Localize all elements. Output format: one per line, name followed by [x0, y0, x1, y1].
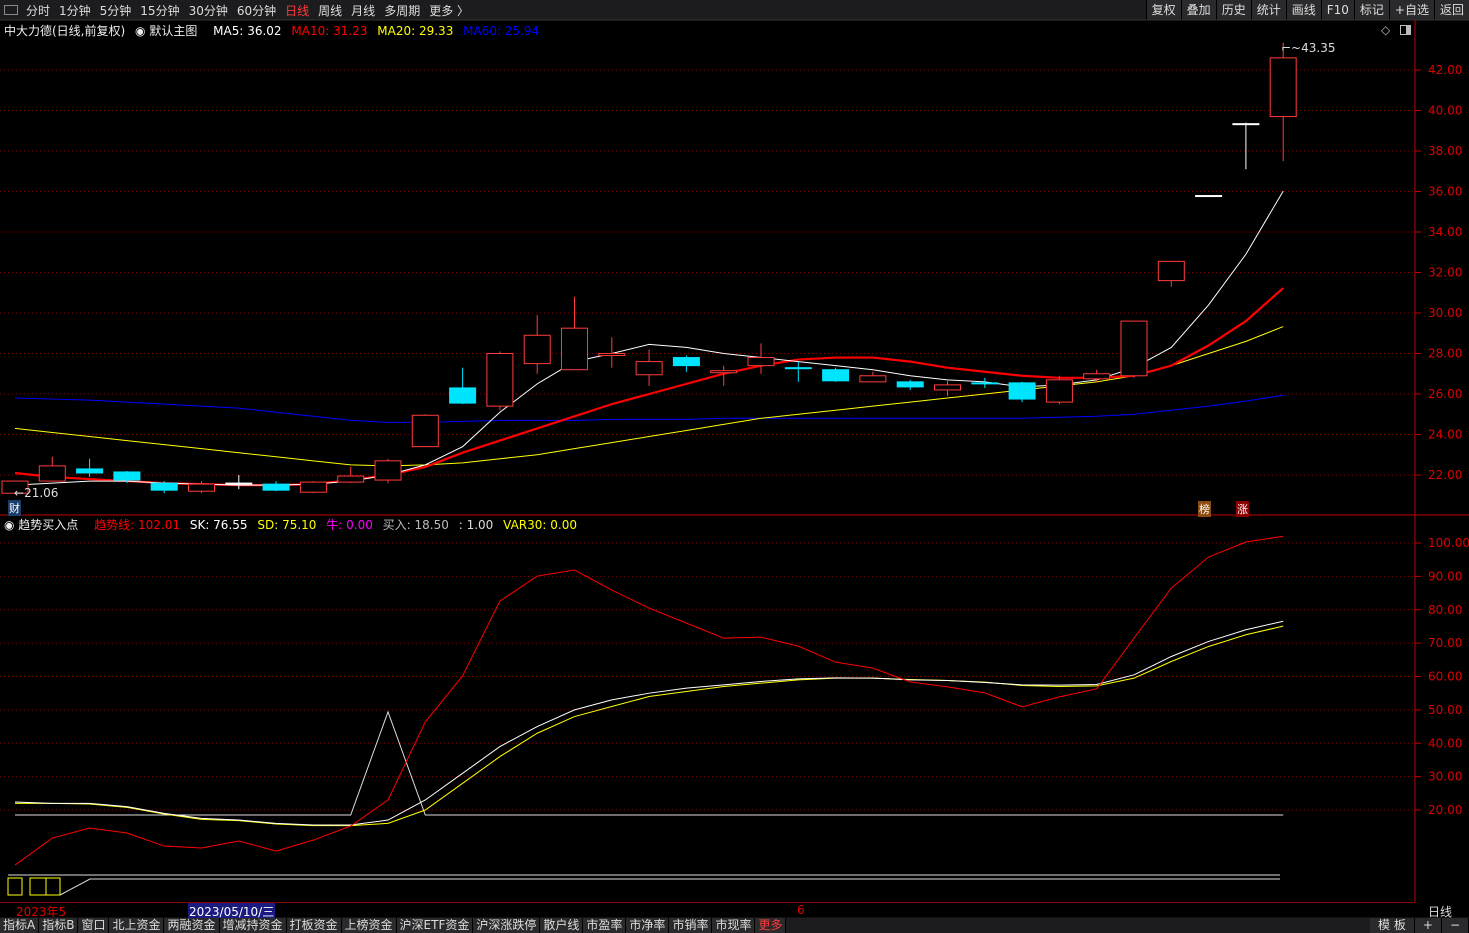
price-tick-label: 26.00: [1428, 387, 1462, 401]
candle-body: [374, 460, 402, 481]
indicator-tab-4[interactable]: 两融资金: [164, 918, 220, 933]
indicator-tick-label: 50.00: [1428, 703, 1462, 717]
candle-body: [672, 357, 700, 367]
candle-body: [38, 465, 66, 482]
candle-body: [188, 483, 215, 492]
candle-body: [971, 382, 999, 385]
candle-body: [486, 353, 514, 407]
bottom-control-1[interactable]: +: [1414, 918, 1442, 933]
candle-body: [747, 357, 775, 367]
candle-body: [1120, 320, 1148, 377]
bottom-right-controls: 模 板 + −: [1370, 918, 1469, 933]
low-price-value: 21.06: [24, 486, 59, 500]
indicator-tab-12[interactable]: 市净率: [626, 918, 670, 933]
sk-line: [14, 620, 1284, 826]
candle-body: [1008, 382, 1036, 400]
finance-badge[interactable]: 财: [8, 500, 21, 516]
price-tick-label: 40.00: [1428, 104, 1462, 118]
indicator-tab-15[interactable]: 更多: [755, 918, 787, 933]
price-tick-label: 34.00: [1428, 225, 1462, 239]
price-tick-label: 28.00: [1428, 347, 1462, 361]
indicator-tick-label: 40.00: [1428, 736, 1462, 750]
price-tick-label: 30.00: [1428, 306, 1462, 320]
candle-body: [76, 468, 104, 474]
indicator-tick-label: 60.00: [1428, 670, 1462, 684]
candle-body: [598, 353, 626, 357]
indicator-tab-3[interactable]: 北上资金: [109, 918, 165, 933]
limit-up-badge[interactable]: 涨: [1236, 501, 1249, 517]
indicator-tick-label: 90.00: [1428, 569, 1462, 583]
indicator-tab-1[interactable]: 指标B: [39, 918, 79, 933]
date-mark: 6: [797, 903, 805, 917]
indicator-tick-label: 80.00: [1428, 603, 1462, 617]
candle-body: [822, 369, 850, 382]
bull-signal-box: [45, 877, 61, 896]
price-tick-label: 36.00: [1428, 185, 1462, 199]
price-tick-label: 38.00: [1428, 144, 1462, 158]
indicator-tick-label: 30.00: [1428, 770, 1462, 784]
price-tick-label: 32.00: [1428, 266, 1462, 280]
candle-body: [635, 361, 663, 376]
low-price-label: ←21.06: [14, 486, 59, 500]
indicator-tab-7[interactable]: 上榜资金: [341, 918, 397, 933]
candle-body: [299, 481, 327, 493]
candle-body: [561, 327, 588, 371]
indicator-tab-9[interactable]: 沪深涨跌停: [473, 918, 541, 933]
price-tick-label: 22.00: [1428, 468, 1462, 482]
ma20-line: [14, 326, 1284, 467]
candle-body: [262, 483, 290, 491]
trend-line: [14, 535, 1284, 866]
date-axis: 2023年5 2023/05/10/三 6: [0, 902, 1415, 920]
candle-body: [150, 482, 178, 491]
rank-badge[interactable]: 榜: [1198, 501, 1211, 517]
ma10-line: [14, 287, 1284, 487]
indicator-tab-10[interactable]: 散户线: [540, 918, 584, 933]
candle-body: [784, 367, 812, 370]
var30-line: [59, 878, 1280, 896]
bottom-control-0[interactable]: 模 板: [1370, 918, 1415, 933]
candle-body: [411, 414, 439, 448]
candle-body: [1269, 57, 1297, 118]
indicator-tab-6[interactable]: 打板资金: [286, 918, 342, 933]
indicator-tab-14[interactable]: 市现率: [712, 918, 756, 933]
indicator-tab-0[interactable]: 指标A: [0, 918, 40, 933]
buy-line: [15, 710, 1284, 816]
candle-body: [896, 381, 924, 388]
indicator-tab-8[interactable]: 沪深ETF资金: [396, 918, 474, 933]
candle-body: [859, 375, 887, 383]
candle-body: [449, 387, 477, 404]
candle-body: [934, 384, 961, 391]
indicator-tab-13[interactable]: 市销率: [669, 918, 713, 933]
price-tick-label: 24.00: [1428, 428, 1462, 442]
candle-body: [710, 370, 738, 374]
candle-body: [1157, 260, 1185, 282]
indicator-tick-label: 70.00: [1428, 636, 1462, 650]
bottom-control-2[interactable]: −: [1441, 918, 1469, 933]
indicator-tab-5[interactable]: 增减持资金: [219, 918, 287, 933]
candle-body: [225, 482, 253, 485]
sd-line: [15, 625, 1284, 827]
high-price-value: 43.35: [1301, 41, 1336, 55]
price-tick-label: 42.00: [1428, 63, 1462, 77]
bull-signal-box: [29, 877, 47, 896]
candle-body: [1045, 379, 1073, 403]
indicator-tick-label: 100.00: [1428, 536, 1469, 550]
candle-body: [113, 471, 141, 481]
candle-body: [1195, 195, 1223, 198]
ma60-line: [14, 394, 1284, 423]
high-price-label: ⌐~43.35: [1281, 41, 1336, 55]
kline-chart[interactable]: 42.00 40.00 38.00 36.00 34.00 32.00 30.00 28.00…: [0, 0, 1469, 933]
candle-body: [523, 334, 551, 365]
candle-body: [1083, 373, 1111, 380]
candle-body: [1232, 123, 1260, 126]
bull-signal-box: [7, 877, 23, 896]
candle-body: [337, 475, 365, 483]
ma5-line: [14, 190, 1284, 486]
indicator-tab-11[interactable]: 市盈率: [583, 918, 627, 933]
indicator-tabs: 指标A 指标B 窗口 北上资金 两融资金 增减持资金 打板资金 上榜资金 沪深ETF资金 沪深涨跌…: [0, 918, 1469, 933]
indicator-tick-label: 20.00: [1428, 803, 1462, 817]
indicator-tab-2[interactable]: 窗口: [78, 918, 110, 933]
